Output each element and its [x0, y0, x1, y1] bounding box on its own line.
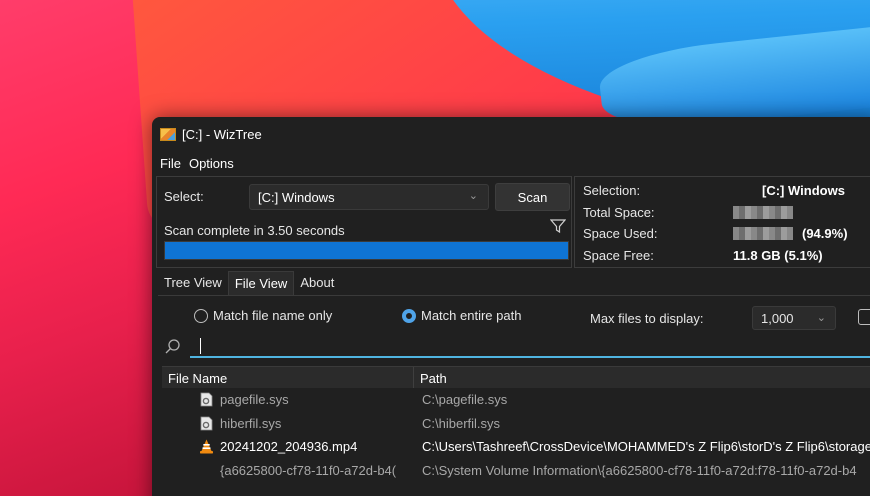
redacted-value	[733, 227, 793, 240]
window-title: [C:] - WizTree	[182, 126, 262, 142]
space-used-pct: (94.9%)	[802, 226, 848, 241]
file-name: pagefile.sys	[220, 392, 289, 407]
scan-button[interactable]: Scan	[495, 183, 570, 211]
title-bar: [C:] - WizTree	[152, 117, 870, 151]
tab-file-view[interactable]: File View	[227, 271, 295, 295]
system-file-icon	[200, 392, 213, 407]
stat-free: Space Free: 11.8 GB (5.1%)	[583, 246, 870, 268]
max-files-value: 1,000	[761, 310, 794, 326]
select-label: Select:	[164, 189, 204, 204]
search-row	[158, 336, 870, 358]
file-path: C:\pagefile.sys	[422, 392, 508, 408]
menu-file[interactable]: File	[160, 156, 181, 171]
scan-progress-bar	[164, 241, 569, 260]
table-row[interactable]: hiberfil.sys C:\hiberfil.sys	[162, 412, 870, 436]
tab-tree-view[interactable]: Tree View	[158, 271, 228, 295]
radio-on-icon	[402, 308, 416, 323]
file-name-cell: {a6625800-cf78-11f0-a72d-b4(	[162, 459, 414, 483]
chevron-down-icon: ⌄	[468, 190, 478, 202]
max-files-select[interactable]: 1,000 ⌄	[752, 306, 836, 330]
selection-value: [C:] Windows	[762, 183, 845, 198]
file-name: 20241202_204936.mp4	[220, 439, 358, 454]
space-free-label: Space Free:	[583, 247, 654, 263]
file-table: File Name Path pagefile.sys C:\pagefile.…	[162, 366, 870, 482]
table-row[interactable]: pagefile.sys C:\pagefile.sys	[162, 388, 870, 412]
scan-panel: Select: [C:] Windows ⌄ Scan Scan complet…	[156, 176, 572, 268]
drive-select-value: [C:] Windows	[258, 189, 335, 205]
radio-match-entire-path[interactable]: Match entire path	[402, 308, 521, 323]
menu-bar: File Options	[152, 151, 870, 175]
file-name-cell: 20241202_204936.mp4	[162, 435, 414, 459]
table-header: File Name Path	[162, 366, 870, 388]
selection-label: Selection:	[583, 183, 641, 198]
file-name-cell: pagefile.sys	[162, 388, 414, 412]
search-icon	[165, 339, 180, 354]
stat-total: Total Space:	[583, 203, 870, 225]
top-panel: Select: [C:] Windows ⌄ Scan Scan complet…	[156, 176, 870, 268]
file-path: C:\Users\Tashreef\CrossDevice\MOHAMMED's…	[422, 439, 870, 455]
progress-fill	[165, 242, 568, 259]
column-header-file-name[interactable]: File Name	[162, 367, 414, 388]
drive-select[interactable]: [C:] Windows ⌄	[249, 184, 489, 210]
wiztree-app-icon	[160, 127, 176, 141]
file-path: C:\hiberfil.sys	[422, 415, 501, 431]
search-input[interactable]	[190, 336, 870, 358]
wiztree-window: [C:] - WizTree File Options Select: [C:]…	[152, 117, 870, 496]
file-name-cell: hiberfil.sys	[162, 412, 414, 436]
column-header-path[interactable]: Path	[414, 367, 870, 388]
radio-match-file-name[interactable]: Match file name only	[194, 308, 332, 323]
scan-status: Scan complete in 3.50 seconds	[164, 223, 345, 238]
redacted-value	[733, 205, 793, 219]
match-path-label: Match entire path	[421, 308, 522, 323]
space-free-value: 11.8 GB (5.1%)	[733, 247, 823, 263]
filter-icon[interactable]	[550, 218, 566, 234]
total-space-label: Total Space:	[583, 204, 655, 220]
tab-about[interactable]: About	[294, 271, 340, 295]
table-row[interactable]: {a6625800-cf78-11f0-a72d-b4( C:\System V…	[162, 459, 870, 483]
vlc-cone-icon	[200, 439, 213, 454]
menu-options[interactable]: Options	[189, 156, 234, 171]
system-file-icon	[200, 416, 213, 430]
stat-used: Space Used: (94.9%)	[583, 224, 870, 246]
file-name: hiberfil.sys	[220, 415, 282, 431]
match-name-label: Match file name only	[213, 308, 333, 323]
view-tabs: Tree View File View About	[158, 271, 340, 295]
radio-off-icon	[194, 308, 208, 323]
file-name: {a6625800-cf78-11f0-a72d-b4(	[220, 462, 397, 478]
space-used-label: Space Used:	[583, 226, 658, 241]
checkbox[interactable]	[858, 309, 870, 325]
filter-row: Match file name only Match entire path M…	[158, 306, 870, 330]
text-caret	[200, 338, 201, 354]
table-row[interactable]: 20241202_204936.mp4 C:\Users\Tashreef\Cr…	[162, 435, 870, 459]
stats-panel: Selection: [C:] Windows Total Space: Spa…	[574, 176, 870, 268]
chevron-down-icon: ⌄	[816, 312, 826, 324]
stat-selection: Selection: [C:] Windows	[583, 181, 870, 203]
file-view-controls: Match file name only Match entire path M…	[158, 295, 870, 365]
file-path: C:\System Volume Information\{a6625800-c…	[422, 462, 857, 478]
max-files-label: Max files to display:	[590, 311, 704, 326]
